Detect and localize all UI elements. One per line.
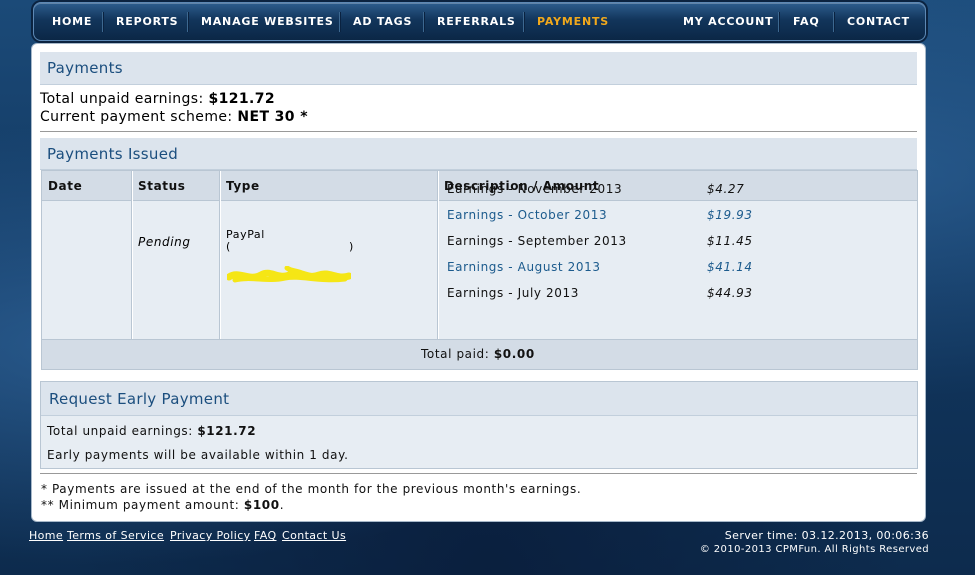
nav-divider xyxy=(423,12,425,32)
earnings-amount-jul-2013: $44.93 xyxy=(707,286,753,300)
total-paid-label: Total paid: xyxy=(421,347,490,361)
earnings-amount-sep-2013: $11.45 xyxy=(707,234,753,248)
payments-issued-title: Payments Issued xyxy=(47,145,179,163)
nav-my-account[interactable]: MY ACCOUNT xyxy=(683,14,773,30)
payments-section-header: Payments xyxy=(40,52,917,85)
request-early-payment-header: Request Early Payment xyxy=(41,382,917,416)
nav-ad-tags[interactable]: AD TAGS xyxy=(353,14,412,30)
nav-divider xyxy=(187,12,189,32)
request-early-payment-box: Request Early Payment Total unpaid earni… xyxy=(40,381,918,469)
copyright: © 2010-2013 CPMFun. All Rights Reserved xyxy=(699,544,929,555)
earnings-amount-oct-2013: $19.93 xyxy=(707,208,753,222)
footer-link-terms-of-service[interactable]: Terms of Service xyxy=(67,529,164,542)
early-unpaid-earnings: Total unpaid earnings: $121.72 xyxy=(47,424,256,438)
total-paid: Total paid: $0.00 xyxy=(421,347,535,361)
server-time: Server time: 03.12.2013, 00:06:36 xyxy=(724,529,929,542)
divider xyxy=(40,131,917,132)
nav-divider xyxy=(523,12,525,32)
redaction-scribble xyxy=(227,266,351,283)
payment-type-label: PayPal xyxy=(226,228,265,241)
payment-schedule-note: * Payments are issued at the end of the … xyxy=(41,482,582,496)
minimum-payment-note: ** Minimum payment amount: $100. xyxy=(41,498,285,512)
payments-issued-table: Date Status Type Description / Amount Pe… xyxy=(41,170,918,370)
earnings-amount-nov-2013: $4.27 xyxy=(707,182,745,196)
earnings-item-sep-2013: Earnings - September 2013 xyxy=(447,234,627,248)
payment-scheme-value: NET 30 * xyxy=(237,109,308,125)
column-header-type: Type xyxy=(220,171,437,201)
earnings-item-aug-2013[interactable]: Earnings - August 2013 xyxy=(447,260,601,274)
current-payment-scheme: Current payment scheme: NET 30 * xyxy=(40,109,308,125)
column-divider xyxy=(131,171,133,339)
footer-link-privacy-policy[interactable]: Privacy Policy xyxy=(170,529,251,542)
early-unpaid-value: $121.72 xyxy=(197,424,257,438)
nav-faq[interactable]: FAQ xyxy=(793,14,820,30)
nav-payments[interactable]: PAYMENTS xyxy=(537,14,609,30)
minimum-payment-label: ** Minimum payment amount: xyxy=(41,498,240,512)
nav-divider xyxy=(833,12,835,32)
early-payment-availability-note: Early payments will be available within … xyxy=(47,448,349,462)
nav-divider xyxy=(778,12,780,32)
payment-type-detail-open: ( xyxy=(226,240,231,253)
nav-reports[interactable]: REPORTS xyxy=(116,14,178,30)
column-header-date: Date xyxy=(42,171,131,201)
earnings-item-jul-2013: Earnings - July 2013 xyxy=(447,286,579,300)
total-unpaid-earnings: Total unpaid earnings: $121.72 xyxy=(40,91,275,107)
footer-link-contact-us[interactable]: Contact Us xyxy=(282,529,346,542)
nav-contact[interactable]: CONTACT xyxy=(847,14,910,30)
payments-issued-header: Payments Issued xyxy=(40,138,917,170)
request-early-payment-title: Request Early Payment xyxy=(49,390,230,408)
total-paid-row: Total paid: $0.00 xyxy=(42,339,917,369)
column-divider xyxy=(219,171,221,339)
earnings-item-nov-2013: Earnings - November 2013 xyxy=(447,182,623,196)
payment-type-detail-close: ) xyxy=(349,240,354,253)
early-unpaid-label: Total unpaid earnings: xyxy=(47,424,193,438)
column-divider xyxy=(437,171,439,339)
nav-divider xyxy=(102,12,104,32)
payments-title: Payments xyxy=(47,59,123,77)
payment-status: Pending xyxy=(138,235,191,249)
divider xyxy=(40,473,917,474)
footer-link-home[interactable]: Home xyxy=(29,529,63,542)
footer-link-faq[interactable]: FAQ xyxy=(254,529,277,542)
nav-home[interactable]: HOME xyxy=(52,14,92,30)
column-header-status: Status xyxy=(132,171,219,201)
earnings-amount-aug-2013: $41.14 xyxy=(707,260,753,274)
top-nav-bar: HOME REPORTS MANAGE WEBSITES AD TAGS REF… xyxy=(33,2,926,41)
minimum-payment-value: $100 xyxy=(243,498,280,512)
earnings-item-oct-2013[interactable]: Earnings - October 2013 xyxy=(447,208,607,222)
payment-scheme-label: Current payment scheme: xyxy=(40,109,233,125)
main-panel: Payments Total unpaid earnings: $121.72 … xyxy=(32,44,925,521)
total-paid-value: $0.00 xyxy=(493,347,535,361)
nav-divider xyxy=(339,12,341,32)
total-unpaid-label: Total unpaid earnings: xyxy=(40,91,204,107)
nav-referrals[interactable]: REFERRALS xyxy=(437,14,516,30)
nav-manage-websites[interactable]: MANAGE WEBSITES xyxy=(201,14,334,30)
total-unpaid-value: $121.72 xyxy=(208,91,276,107)
